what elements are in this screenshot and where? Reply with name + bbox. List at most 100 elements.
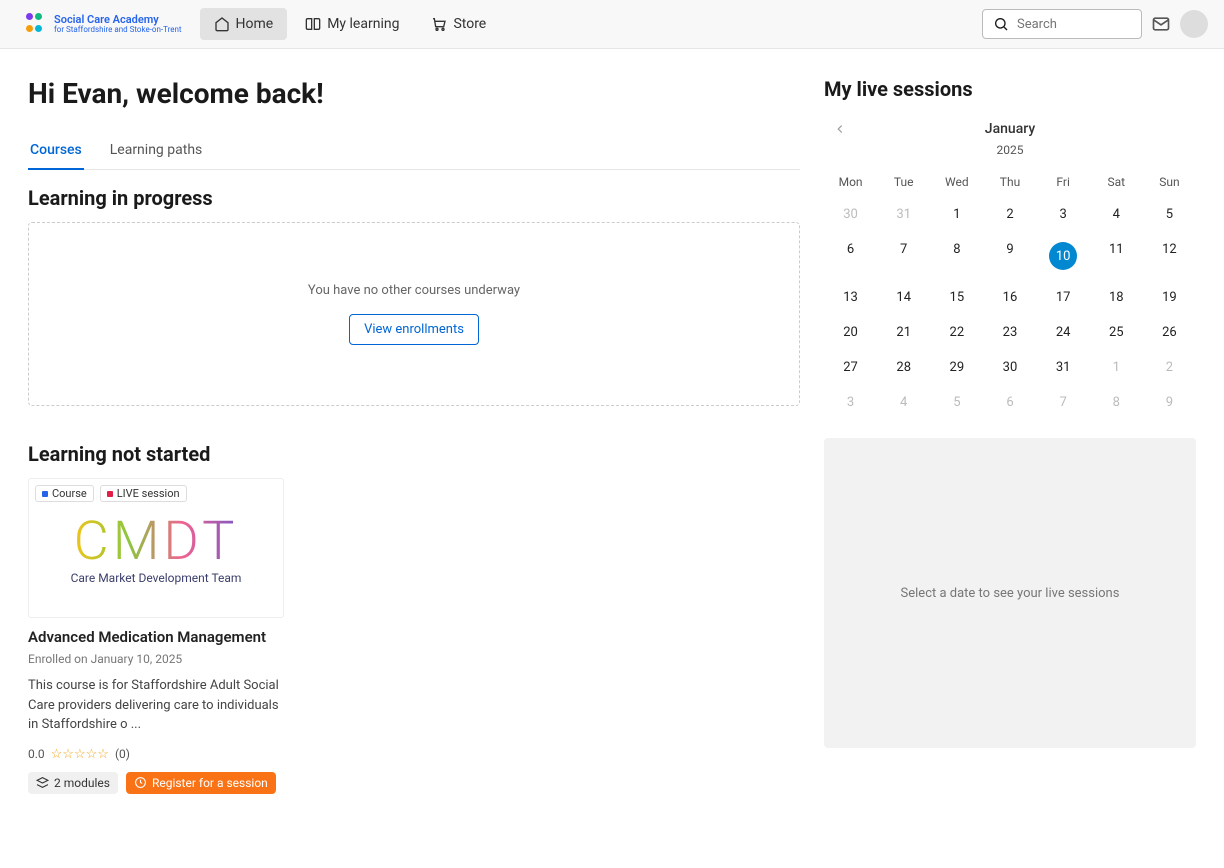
mail-icon[interactable]	[1150, 13, 1172, 35]
app-header: Social Care Academy for Staffordshire an…	[0, 0, 1224, 49]
calendar-day[interactable]: 22	[930, 317, 983, 348]
calendar-day[interactable]: 2	[1143, 352, 1196, 383]
logo-icon	[26, 13, 48, 35]
cover-text: Care Market Development Team	[71, 571, 242, 585]
brand-logo[interactable]: Social Care Academy for Staffordshire an…	[16, 9, 192, 39]
tab-learning-paths[interactable]: Learning paths	[108, 134, 205, 170]
calendar-day[interactable]: 2	[983, 199, 1036, 230]
calendar: January 2025 MonTueWedThuFriSatSun303112…	[824, 121, 1196, 418]
calendar-day[interactable]: 5	[930, 387, 983, 418]
cart-icon	[431, 16, 447, 32]
calendar-day[interactable]: 13	[824, 282, 877, 313]
chevron-left-icon	[833, 122, 847, 136]
calendar-day[interactable]: 1	[1090, 352, 1143, 383]
calendar-day[interactable]: 12	[1143, 234, 1196, 278]
calendar-day[interactable]: 30	[983, 352, 1036, 383]
empty-message: You have no other courses underway	[308, 283, 520, 298]
welcome-heading: Hi Evan, welcome back!	[28, 77, 800, 110]
course-type-badge: Course	[35, 485, 94, 502]
calendar-day[interactable]: 7	[1037, 387, 1090, 418]
calendar-day[interactable]: 4	[1090, 199, 1143, 230]
modules-chip: 2 modules	[28, 772, 118, 794]
cover-abbr: CMDT	[74, 515, 239, 569]
calendar-day[interactable]: 4	[877, 387, 930, 418]
calendar-dow: Thu	[983, 169, 1036, 195]
search-box[interactable]	[982, 9, 1142, 39]
calendar-dow: Sun	[1143, 169, 1196, 195]
calendar-day[interactable]: 14	[877, 282, 930, 313]
calendar-day[interactable]: 10	[1037, 234, 1090, 278]
nav-label: Home	[236, 16, 274, 32]
content-tabs: Courses Learning paths	[28, 134, 800, 170]
live-session-badge: LIVE session	[100, 485, 187, 502]
calendar-dow: Mon	[824, 169, 877, 195]
calendar-day[interactable]: 20	[824, 317, 877, 348]
section-not-started-title: Learning not started	[28, 442, 800, 466]
calendar-month: January	[985, 121, 1035, 137]
course-title[interactable]: Advanced Medication Management	[28, 628, 284, 646]
calendar-day[interactable]: 25	[1090, 317, 1143, 348]
calendar-day[interactable]: 8	[930, 234, 983, 278]
calendar-dow: Fri	[1037, 169, 1090, 195]
calendar-day[interactable]: 31	[1037, 352, 1090, 383]
star-icon: ☆☆☆☆☆	[51, 747, 109, 762]
calendar-dow: Tue	[877, 169, 930, 195]
section-in-progress-title: Learning in progress	[28, 186, 800, 210]
calendar-day[interactable]: 23	[983, 317, 1036, 348]
calendar-day[interactable]: 19	[1143, 282, 1196, 313]
in-progress-empty: You have no other courses underway View …	[28, 222, 800, 406]
calendar-dow: Sat	[1090, 169, 1143, 195]
calendar-day[interactable]: 5	[1143, 199, 1196, 230]
session-details-panel: Select a date to see your live sessions	[824, 438, 1196, 748]
calendar-day[interactable]: 16	[983, 282, 1036, 313]
calendar-day[interactable]: 17	[1037, 282, 1090, 313]
course-card: Course LIVE session CMDT Care Market Dev…	[28, 478, 284, 794]
rating-value: 0.0	[28, 747, 45, 761]
calendar-day[interactable]: 18	[1090, 282, 1143, 313]
tab-courses[interactable]: Courses	[28, 134, 84, 170]
stack-icon	[36, 776, 49, 789]
calendar-day[interactable]: 11	[1090, 234, 1143, 278]
calendar-day[interactable]: 24	[1037, 317, 1090, 348]
calendar-day[interactable]: 9	[1143, 387, 1196, 418]
calendar-day[interactable]: 29	[930, 352, 983, 383]
nav-home[interactable]: Home	[200, 8, 288, 40]
calendar-day[interactable]: 15	[930, 282, 983, 313]
calendar-prev-button[interactable]	[828, 117, 852, 141]
calendar-day[interactable]: 6	[983, 387, 1036, 418]
calendar-dow: Wed	[930, 169, 983, 195]
nav-label: Store	[453, 16, 486, 32]
session-empty-message: Select a date to see your live sessions	[901, 586, 1120, 601]
calendar-day[interactable]: 21	[877, 317, 930, 348]
live-sessions-title: My live sessions	[824, 77, 1196, 101]
logo-title: Social Care Academy	[54, 14, 182, 26]
calendar-day[interactable]: 30	[824, 199, 877, 230]
calendar-day[interactable]: 9	[983, 234, 1036, 278]
calendar-day[interactable]: 3	[824, 387, 877, 418]
rating-count: (0)	[115, 747, 130, 761]
course-enrolled-date: Enrolled on January 10, 2025	[28, 652, 284, 666]
course-cover[interactable]: Course LIVE session CMDT Care Market Dev…	[28, 478, 284, 618]
home-icon	[214, 16, 230, 32]
clock-icon	[134, 776, 147, 789]
nav-store[interactable]: Store	[417, 8, 500, 40]
calendar-day[interactable]: 27	[824, 352, 877, 383]
calendar-year: 2025	[824, 143, 1196, 157]
calendar-day[interactable]: 3	[1037, 199, 1090, 230]
calendar-day[interactable]: 28	[877, 352, 930, 383]
avatar[interactable]	[1180, 10, 1208, 38]
nav-label: My learning	[327, 16, 399, 32]
logo-subtitle: for Staffordshire and Stoke-on-Trent	[54, 26, 182, 34]
view-enrollments-button[interactable]: View enrollments	[349, 314, 479, 345]
book-icon	[305, 16, 321, 32]
calendar-day[interactable]: 26	[1143, 317, 1196, 348]
calendar-day[interactable]: 1	[930, 199, 983, 230]
calendar-day[interactable]: 7	[877, 234, 930, 278]
calendar-day[interactable]: 6	[824, 234, 877, 278]
calendar-day[interactable]: 8	[1090, 387, 1143, 418]
register-session-button[interactable]: Register for a session	[126, 772, 276, 794]
search-input[interactable]	[1017, 17, 1131, 32]
course-description: This course is for Staffordshire Adult S…	[28, 676, 284, 735]
nav-my-learning[interactable]: My learning	[291, 8, 413, 40]
calendar-day[interactable]: 31	[877, 199, 930, 230]
